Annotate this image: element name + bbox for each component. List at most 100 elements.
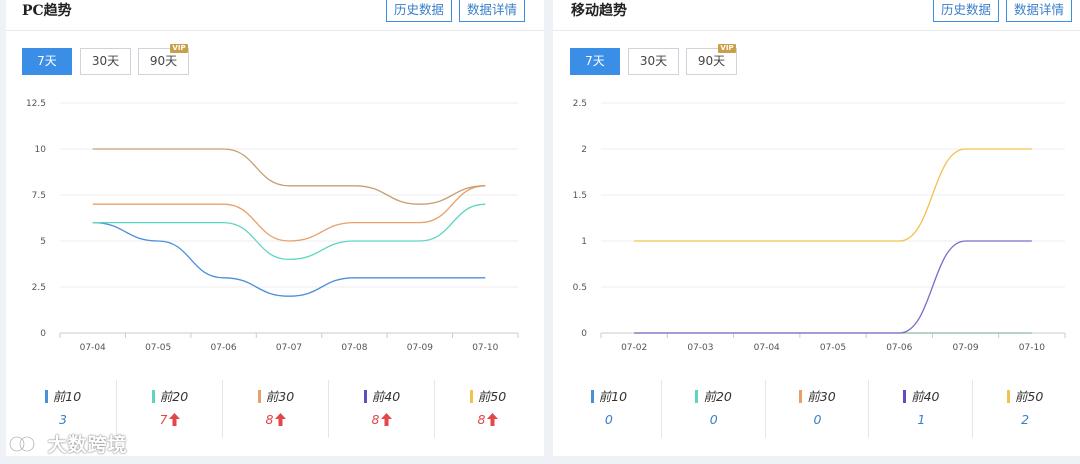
- arrow-up-icon: [169, 413, 181, 429]
- rank-label-text: 前30: [807, 389, 836, 404]
- rank-value-text: 2: [1021, 412, 1030, 427]
- x-tick-label: 07-06: [886, 343, 912, 353]
- rank-label: 前30: [766, 386, 870, 404]
- rank-summary-item: 前40 1: [868, 380, 973, 438]
- rank-label: 前40: [869, 386, 973, 404]
- rank-value-text: 3: [59, 412, 67, 427]
- rank-label: 前20: [117, 386, 223, 404]
- watermark-logo-icon: [8, 433, 36, 460]
- x-tick-label: 07-10: [472, 343, 498, 353]
- rank-value-text: 0: [604, 412, 613, 427]
- rank-summary-item: 前30 8: [222, 380, 329, 438]
- rank-label-text: 前40: [371, 389, 401, 404]
- rank-value: 0: [662, 412, 766, 427]
- series-color-mark: [590, 390, 594, 403]
- x-tick-label: 07-04: [754, 343, 780, 353]
- rank-value: 8: [223, 412, 329, 429]
- y-tick-label: 2.5: [573, 99, 587, 109]
- y-tick-label: 0.5: [573, 283, 587, 293]
- rank-summary-item: 前30 0: [764, 380, 870, 438]
- rank-summary-item: 前40 8: [328, 380, 435, 438]
- rank-summary-item: 前20 0: [660, 380, 766, 438]
- rank-value-text: 8: [265, 412, 274, 427]
- y-tick-label: 1: [581, 237, 587, 247]
- pc-trend-chart: 0 2.5 5 7.5 10 12.5 07-04 07-05 07-06 07-07 07-08 0…: [26, 99, 519, 353]
- mobile-rank-summary: 前10 0 前20 0 前30 0 前40 1 前50 2: [557, 380, 1076, 438]
- rank-value-text: 0: [813, 412, 822, 427]
- y-tick-label: 0: [40, 329, 46, 339]
- rank-label-text: 前50: [477, 389, 507, 404]
- rank-value: 0: [557, 412, 661, 427]
- rank-label: 前10: [10, 386, 116, 404]
- rank-label-text: 前20: [159, 389, 189, 404]
- y-tick-label: 2.5: [32, 283, 46, 293]
- series-color-mark: [44, 390, 48, 403]
- rank-label: 前30: [223, 386, 329, 404]
- x-tick-label: 07-02: [621, 343, 647, 353]
- series-line: [92, 148, 486, 205]
- x-tick-label: 07-10: [1019, 343, 1045, 353]
- rank-value-text: 7: [159, 412, 168, 427]
- rank-summary-item: 前50 8: [434, 380, 541, 438]
- x-tick-label: 07-04: [80, 343, 106, 353]
- rank-label-text: 前10: [52, 389, 82, 404]
- x-tick-label: 07-07: [276, 343, 302, 353]
- y-tick-label: 1.5: [573, 191, 587, 201]
- series-color-mark: [903, 390, 907, 403]
- arrow-up-icon: [381, 413, 393, 429]
- mobile-trend-panel: 移动趋势 历史数据 数据详情 7天 30天 90天 VIP 0 0.5 1 1.5 2 2…: [553, 0, 1080, 456]
- y-tick-label: 7.5: [32, 191, 46, 201]
- rank-label-text: 前50: [1014, 389, 1044, 404]
- y-tick-label: 10: [35, 145, 47, 155]
- rank-label-text: 前20: [703, 389, 732, 404]
- series-color-mark: [1006, 390, 1010, 403]
- x-tick-label: 07-09: [952, 343, 978, 353]
- rank-value: 3: [10, 412, 116, 427]
- rank-value: 8: [435, 412, 541, 429]
- rank-value-text: 0: [709, 412, 718, 427]
- rank-label: 前50: [435, 386, 541, 404]
- arrow-up-icon: [487, 413, 499, 429]
- rank-label-text: 前40: [911, 389, 940, 404]
- series-color-mark: [799, 390, 803, 403]
- y-tick-label: 2: [581, 145, 587, 155]
- series-color-mark: [257, 390, 261, 403]
- mobile-trend-chart: 0 0.5 1 1.5 2 2.5 07-02 07-03 07-04 07-05 07-06 07-…: [573, 99, 1066, 353]
- rank-value: 7: [117, 412, 223, 429]
- arrow-up-icon: [275, 413, 287, 429]
- rank-summary-item: 前20 7: [116, 380, 223, 438]
- rank-value: 0: [766, 412, 870, 427]
- rank-value-text: 8: [477, 412, 486, 427]
- series-color-mark: [151, 390, 155, 403]
- rank-label: 前40: [329, 386, 435, 404]
- series-line: [92, 185, 486, 242]
- x-tick-label: 07-03: [687, 343, 713, 353]
- rank-label-text: 前10: [598, 389, 628, 404]
- rank-label-text: 前30: [265, 389, 295, 404]
- x-tick-label: 07-09: [407, 343, 433, 353]
- rank-value-text: 8: [371, 412, 380, 427]
- rank-label: 前20: [662, 386, 766, 404]
- y-tick-label: 12.5: [26, 99, 46, 109]
- x-tick-label: 07-06: [210, 343, 236, 353]
- pc-trend-panel: PC趋势 历史数据 数据详情 7天 30天 90天 VIP 0 2.5 5 7.5 10…: [6, 0, 544, 456]
- y-tick-label: 0: [581, 329, 587, 339]
- rank-value: 8: [329, 412, 435, 429]
- rank-value-text: 1: [917, 412, 926, 427]
- watermark: 大数跨境: [8, 430, 128, 460]
- rank-label: 前10: [557, 386, 661, 404]
- rank-value: 1: [869, 412, 973, 427]
- series-color-mark: [363, 390, 367, 403]
- watermark-text: 大数跨境: [47, 434, 128, 456]
- rank-label: 前50: [973, 386, 1077, 404]
- rank-value: 2: [973, 412, 1077, 427]
- rank-summary-item: 前50 2: [972, 380, 1077, 438]
- series-color-mark: [695, 390, 699, 403]
- x-tick-label: 07-08: [341, 343, 367, 353]
- x-tick-label: 07-05: [820, 343, 846, 353]
- x-tick-label: 07-05: [145, 343, 171, 353]
- series-line: [92, 203, 486, 261]
- rank-summary-item: 前10 0: [557, 380, 661, 438]
- series-color-mark: [469, 390, 473, 403]
- y-tick-label: 5: [40, 237, 46, 247]
